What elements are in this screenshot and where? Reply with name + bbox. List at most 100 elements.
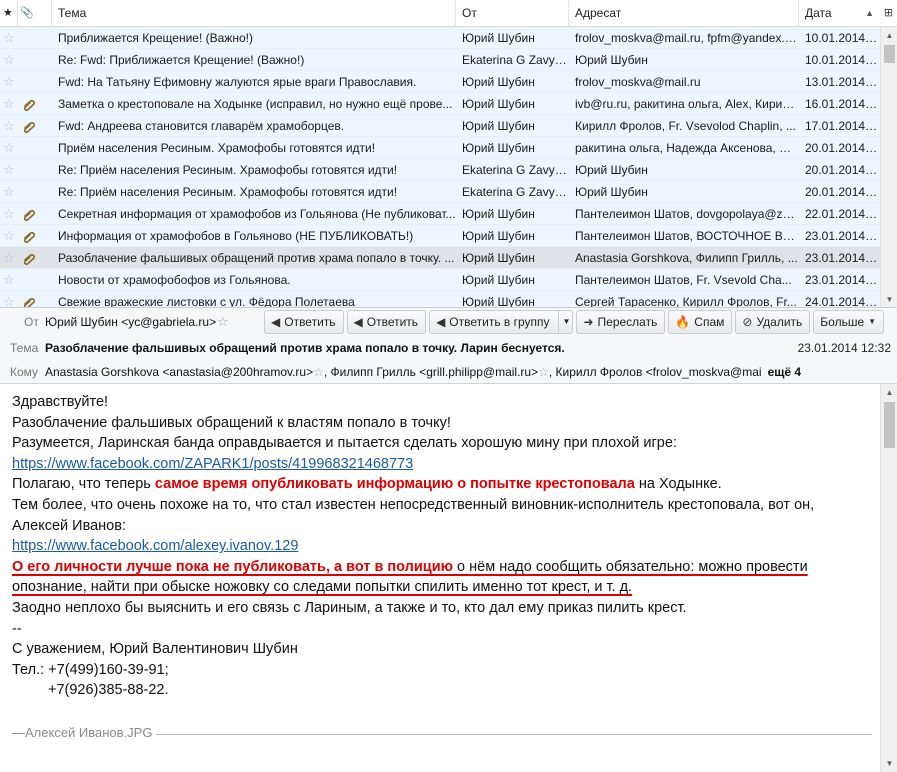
body-line: -- (12, 620, 22, 637)
star-icon[interactable]: ☆ (0, 49, 18, 70)
table-row[interactable]: ☆ Разоблачение фальшивых обращений против… (0, 247, 880, 269)
list-scrollbar[interactable]: ▲ ▼ (880, 27, 897, 307)
col-date-header[interactable]: Дата ▲ (799, 0, 880, 27)
recipient-2[interactable]: , Филипп Грилль <grill.philipp@mail.ru> (324, 365, 538, 379)
star-icon[interactable]: ☆ (538, 365, 549, 379)
scroll-up-icon[interactable]: ▲ (881, 27, 897, 44)
row-to: ракитина ольга, Надежда Аксенова, Ek... (575, 141, 799, 155)
table-row[interactable]: ☆ Свежие вражеские листовки с ул. Фёдора … (0, 291, 880, 308)
column-picker-icon[interactable]: ⊞ (880, 0, 897, 27)
table-row[interactable]: ☆ Секретная информация от храмофобов из Г… (0, 203, 880, 225)
body-line: О его личности лучше пока не публиковать… (12, 557, 880, 578)
table-row[interactable]: ☆ Приём населения Ресиным. Храмофобы гото… (0, 137, 880, 159)
col-from-header[interactable]: От (456, 0, 569, 27)
star-icon[interactable]: ☆ (0, 93, 18, 114)
star-icon[interactable]: ☆ (0, 115, 18, 136)
star-icon[interactable]: ☆ (0, 291, 18, 307)
row-date: 24.01.2014 2... (805, 295, 880, 308)
col-star-header[interactable]: ★ (0, 0, 18, 27)
subject-label: Тема (10, 341, 39, 355)
facebook-link-2[interactable]: https://www.facebook.com/alexey.ivanov.1… (12, 538, 298, 554)
table-row[interactable]: ☆ Re: Приём населения Ресиным. Храмофобы … (0, 159, 880, 181)
body-line: Разумеется, Ларинская банда оправдываетс… (12, 435, 677, 452)
table-row[interactable]: ☆ Re: Приём населения Ресиным. Храмофобы … (0, 181, 880, 203)
list-scroll-thumb[interactable] (884, 45, 895, 63)
body-scroll-thumb[interactable] (884, 402, 895, 448)
star-icon[interactable]: ☆ (0, 27, 18, 48)
body-line: Алексей Иванов: (12, 517, 126, 534)
sender[interactable]: Юрий Шубин <yc@gabriela.ru> (45, 308, 216, 336)
more-button[interactable]: Больше ▼ (813, 310, 885, 334)
col-subject-header[interactable]: Тема (52, 0, 456, 27)
recipient-3[interactable]: , Кирилл Фролов <frolov_moskva@mai (549, 365, 762, 379)
reply-group-button[interactable]: ◀ Ответить в группу ▼ (429, 310, 574, 334)
table-row[interactable]: ☆ Fwd: Андреева становится главарём храмо… (0, 115, 880, 137)
forward-label: Переслать (597, 315, 658, 329)
forward-icon: ➜ (583, 315, 594, 329)
table-row[interactable]: ☆ Приближается Крещение! (Важно!) Юрий Шуб… (0, 27, 880, 49)
attachment-cell (18, 269, 52, 290)
star-sender-icon[interactable]: ☆ (217, 308, 229, 336)
row-from: Юрий Шубин (462, 97, 535, 111)
scroll-down-icon[interactable]: ▼ (881, 755, 897, 772)
star-icon[interactable]: ☆ (313, 365, 324, 379)
recipients-line: Кому Anastasia Gorshkova <anastasia@200h… (0, 360, 897, 384)
attachment-name[interactable]: —Алексей Иванов.JPG (12, 725, 157, 740)
reply-button[interactable]: ◀ Ответить (264, 310, 344, 334)
facebook-link-1[interactable]: https://www.facebook.com/ZAPARK1/posts/4… (12, 456, 413, 472)
row-subject: Информация от храмофобов в Гольяново (НЕ… (58, 229, 414, 243)
star-icon[interactable]: ☆ (0, 247, 18, 268)
attachment-cell (18, 27, 52, 48)
row-subject: Секретная информация от храмофобов из Го… (58, 207, 456, 221)
table-row[interactable]: ☆ Заметка о крестоповале на Ходынке (испр… (0, 93, 880, 115)
attachment-cell (18, 247, 52, 268)
star-icon[interactable]: ☆ (0, 137, 18, 158)
star-icon[interactable]: ☆ (0, 269, 18, 290)
more-recipients-link[interactable]: ещё 4 (768, 365, 801, 379)
subject: Разоблачение фальшивых обращений против … (45, 341, 565, 355)
attachment-cell (18, 137, 52, 158)
attachment-cell (18, 71, 52, 92)
body-scrollbar[interactable]: ▲ ▼ (880, 384, 897, 772)
chevron-down-icon[interactable]: ▼ (557, 311, 570, 333)
col-attachment-header[interactable]: 📎 (18, 0, 52, 27)
paperclip-icon (23, 297, 36, 307)
body-line: Тем более, что очень похоже на то, что с… (12, 496, 815, 513)
row-date: 23.01.2014 9:... (805, 229, 880, 243)
forward-button[interactable]: ➜ Переслать (576, 310, 666, 334)
reply-all-icon: ◀ (353, 315, 363, 329)
row-subject: Свежие вражеские листовки с ул. Фёдора П… (58, 295, 355, 308)
row-subject: Re: Приём населения Ресиным. Храмофобы г… (58, 185, 398, 199)
scroll-up-icon[interactable]: ▲ (881, 384, 897, 401)
row-from: Юрий Шубин (462, 273, 535, 287)
table-row[interactable]: ☆ Re: Fwd: Приближается Крещение! (Важно!… (0, 49, 880, 71)
star-icon[interactable]: ☆ (0, 203, 18, 224)
reply-label: Ответить (284, 315, 336, 329)
col-to-header[interactable]: Адресат (569, 0, 799, 27)
list-header: ★ 📎 Тема От Адресат Дата ▲ (0, 0, 880, 27)
reply-all-button[interactable]: ◀ Ответить (346, 310, 427, 334)
table-row[interactable]: ☆ Новости от храмофобофов из Гольянова. Юр… (0, 269, 880, 291)
scroll-down-icon[interactable]: ▼ (881, 291, 897, 307)
table-row[interactable]: ☆ Fwd: На Татьяну Ефимовну жалуются ярые … (0, 71, 880, 93)
body-line: Заодно неплохо бы выяснить и его связь с… (12, 599, 687, 616)
recipient-1[interactable]: Anastasia Gorshkova <anastasia@200hramov… (45, 365, 313, 379)
body-line: Тел.: +7(499)160-39-91; (12, 661, 169, 678)
star-icon[interactable]: ☆ (0, 159, 18, 180)
reply-all-label: Ответить (366, 315, 419, 329)
row-to: Пантелеимон Шатов, Fr. Vsevold Cha... (575, 273, 792, 287)
row-from: Ekaterina G Zavyal... (462, 185, 569, 199)
star-icon[interactable]: ☆ (0, 71, 18, 92)
row-to: Пантелеимон Шатов, dovgopolaya@ze... (575, 207, 799, 221)
row-subject: Re: Приём населения Ресиным. Храмофобы г… (58, 163, 398, 177)
star-icon[interactable]: ☆ (0, 225, 18, 246)
row-date: 22.01.2014 1... (805, 207, 880, 221)
row-from: Юрий Шубин (462, 229, 535, 243)
to-label: Кому (10, 365, 39, 379)
spam-button[interactable]: 🔥 Спам (668, 310, 733, 334)
delete-label: Удалить (756, 315, 803, 329)
attachment-cell (18, 115, 52, 136)
star-icon[interactable]: ☆ (0, 181, 18, 202)
delete-button[interactable]: ⊘ Удалить (735, 310, 811, 334)
table-row[interactable]: ☆ Информация от храмофобов в Гольяново (Н… (0, 225, 880, 247)
